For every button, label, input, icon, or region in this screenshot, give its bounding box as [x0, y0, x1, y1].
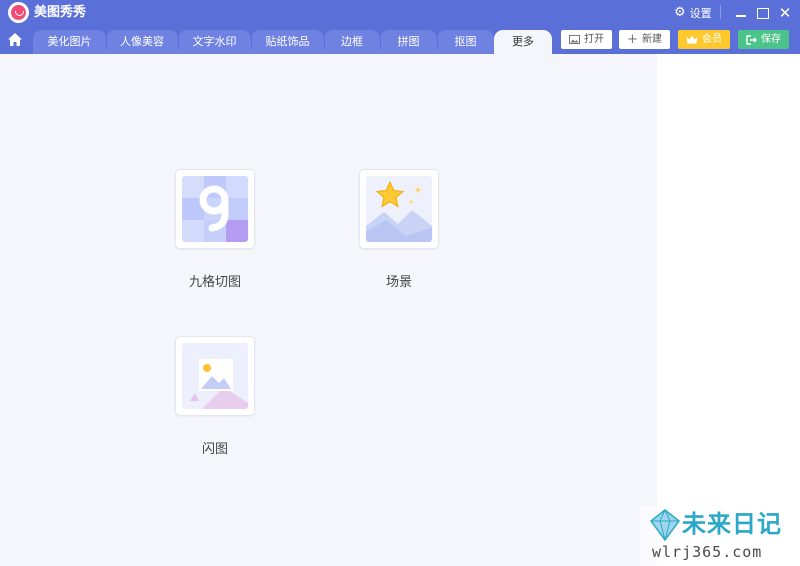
- watermark-url: wlrj365.com: [652, 543, 763, 561]
- flash-image-tool-button[interactable]: [175, 336, 255, 416]
- gear-icon: ⚙: [674, 5, 686, 20]
- home-icon: [8, 33, 22, 46]
- settings-button[interactable]: ⚙ 设置: [674, 4, 712, 22]
- home-button[interactable]: [0, 26, 30, 54]
- diamond-logo-icon: [649, 509, 681, 542]
- tab-label: 拼图: [397, 35, 420, 48]
- tab-divider: [324, 35, 325, 49]
- close-button[interactable]: ✕: [775, 3, 795, 23]
- vip-button[interactable]: 会员: [678, 30, 730, 49]
- more-tools-panel: [0, 54, 657, 566]
- tab-label: 抠图: [454, 35, 477, 48]
- nine-grid-tool-label: 九格切图: [188, 275, 241, 290]
- new-label: 新建: [641, 34, 662, 45]
- scene-tool-label: 场景: [385, 275, 412, 290]
- save-button[interactable]: 保存: [738, 30, 789, 49]
- nine-grid-tool-button[interactable]: [175, 169, 255, 249]
- tab-cutout[interactable]: 抠图: [437, 30, 494, 54]
- open-label: 打开: [584, 34, 604, 45]
- tab-label: 人像美容: [120, 35, 164, 48]
- site-watermark: 未来日记 wlrj365.com: [640, 506, 800, 566]
- tab-label: 贴纸饰品: [265, 35, 310, 48]
- tab-more[interactable]: 更多: [494, 30, 552, 54]
- tab-label: 边框: [341, 35, 363, 48]
- flash-image-tool-label: 闪图: [201, 442, 228, 457]
- tab-label: 美化图片: [47, 35, 92, 48]
- scene-star-icon: [366, 176, 432, 242]
- scene-tool-button[interactable]: [359, 169, 439, 249]
- minimize-button[interactable]: [731, 3, 751, 23]
- tab-bar: 美化图片 人像美容 文字水印 贴纸饰品 边框 拼图 抠图 更多 打开 + 新建 …: [0, 26, 800, 54]
- open-button[interactable]: 打开: [561, 30, 612, 49]
- title-bar: 美图秀秀 ⚙ 设置 ✕: [0, 0, 800, 26]
- new-button[interactable]: + 新建: [619, 30, 670, 49]
- watermark-title: 未来日记: [682, 510, 782, 538]
- save-label: 保存: [761, 34, 781, 45]
- tab-text-watermark[interactable]: 文字水印: [178, 30, 251, 54]
- tab-portrait[interactable]: 人像美容: [106, 30, 178, 54]
- right-side-panel: [657, 54, 800, 566]
- vip-label: 会员: [702, 34, 722, 45]
- app-title: 美图秀秀: [34, 5, 87, 20]
- tab-collage[interactable]: 拼图: [380, 30, 437, 54]
- tab-divider: [251, 35, 252, 49]
- flash-image-icon: [182, 343, 248, 409]
- app-logo-icon: [8, 2, 29, 23]
- crown-icon: [686, 35, 698, 44]
- close-icon: ✕: [778, 4, 792, 22]
- title-divider: [720, 5, 721, 19]
- plus-icon: +: [627, 32, 638, 47]
- tab-label: 更多: [512, 35, 534, 48]
- tab-stickers[interactable]: 贴纸饰品: [251, 30, 324, 54]
- tab-divider: [106, 35, 107, 49]
- export-icon: [746, 34, 757, 45]
- tab-border[interactable]: 边框: [324, 30, 380, 54]
- settings-label: 设置: [689, 7, 712, 20]
- maximize-button[interactable]: [753, 3, 773, 23]
- tab-label: 文字水印: [192, 35, 237, 48]
- tab-divider: [437, 35, 438, 49]
- nine-grid-icon: [182, 176, 248, 242]
- tab-divider: [380, 35, 381, 49]
- tab-divider: [178, 35, 179, 49]
- tab-beautify[interactable]: 美化图片: [33, 30, 106, 54]
- image-icon: [569, 35, 580, 44]
